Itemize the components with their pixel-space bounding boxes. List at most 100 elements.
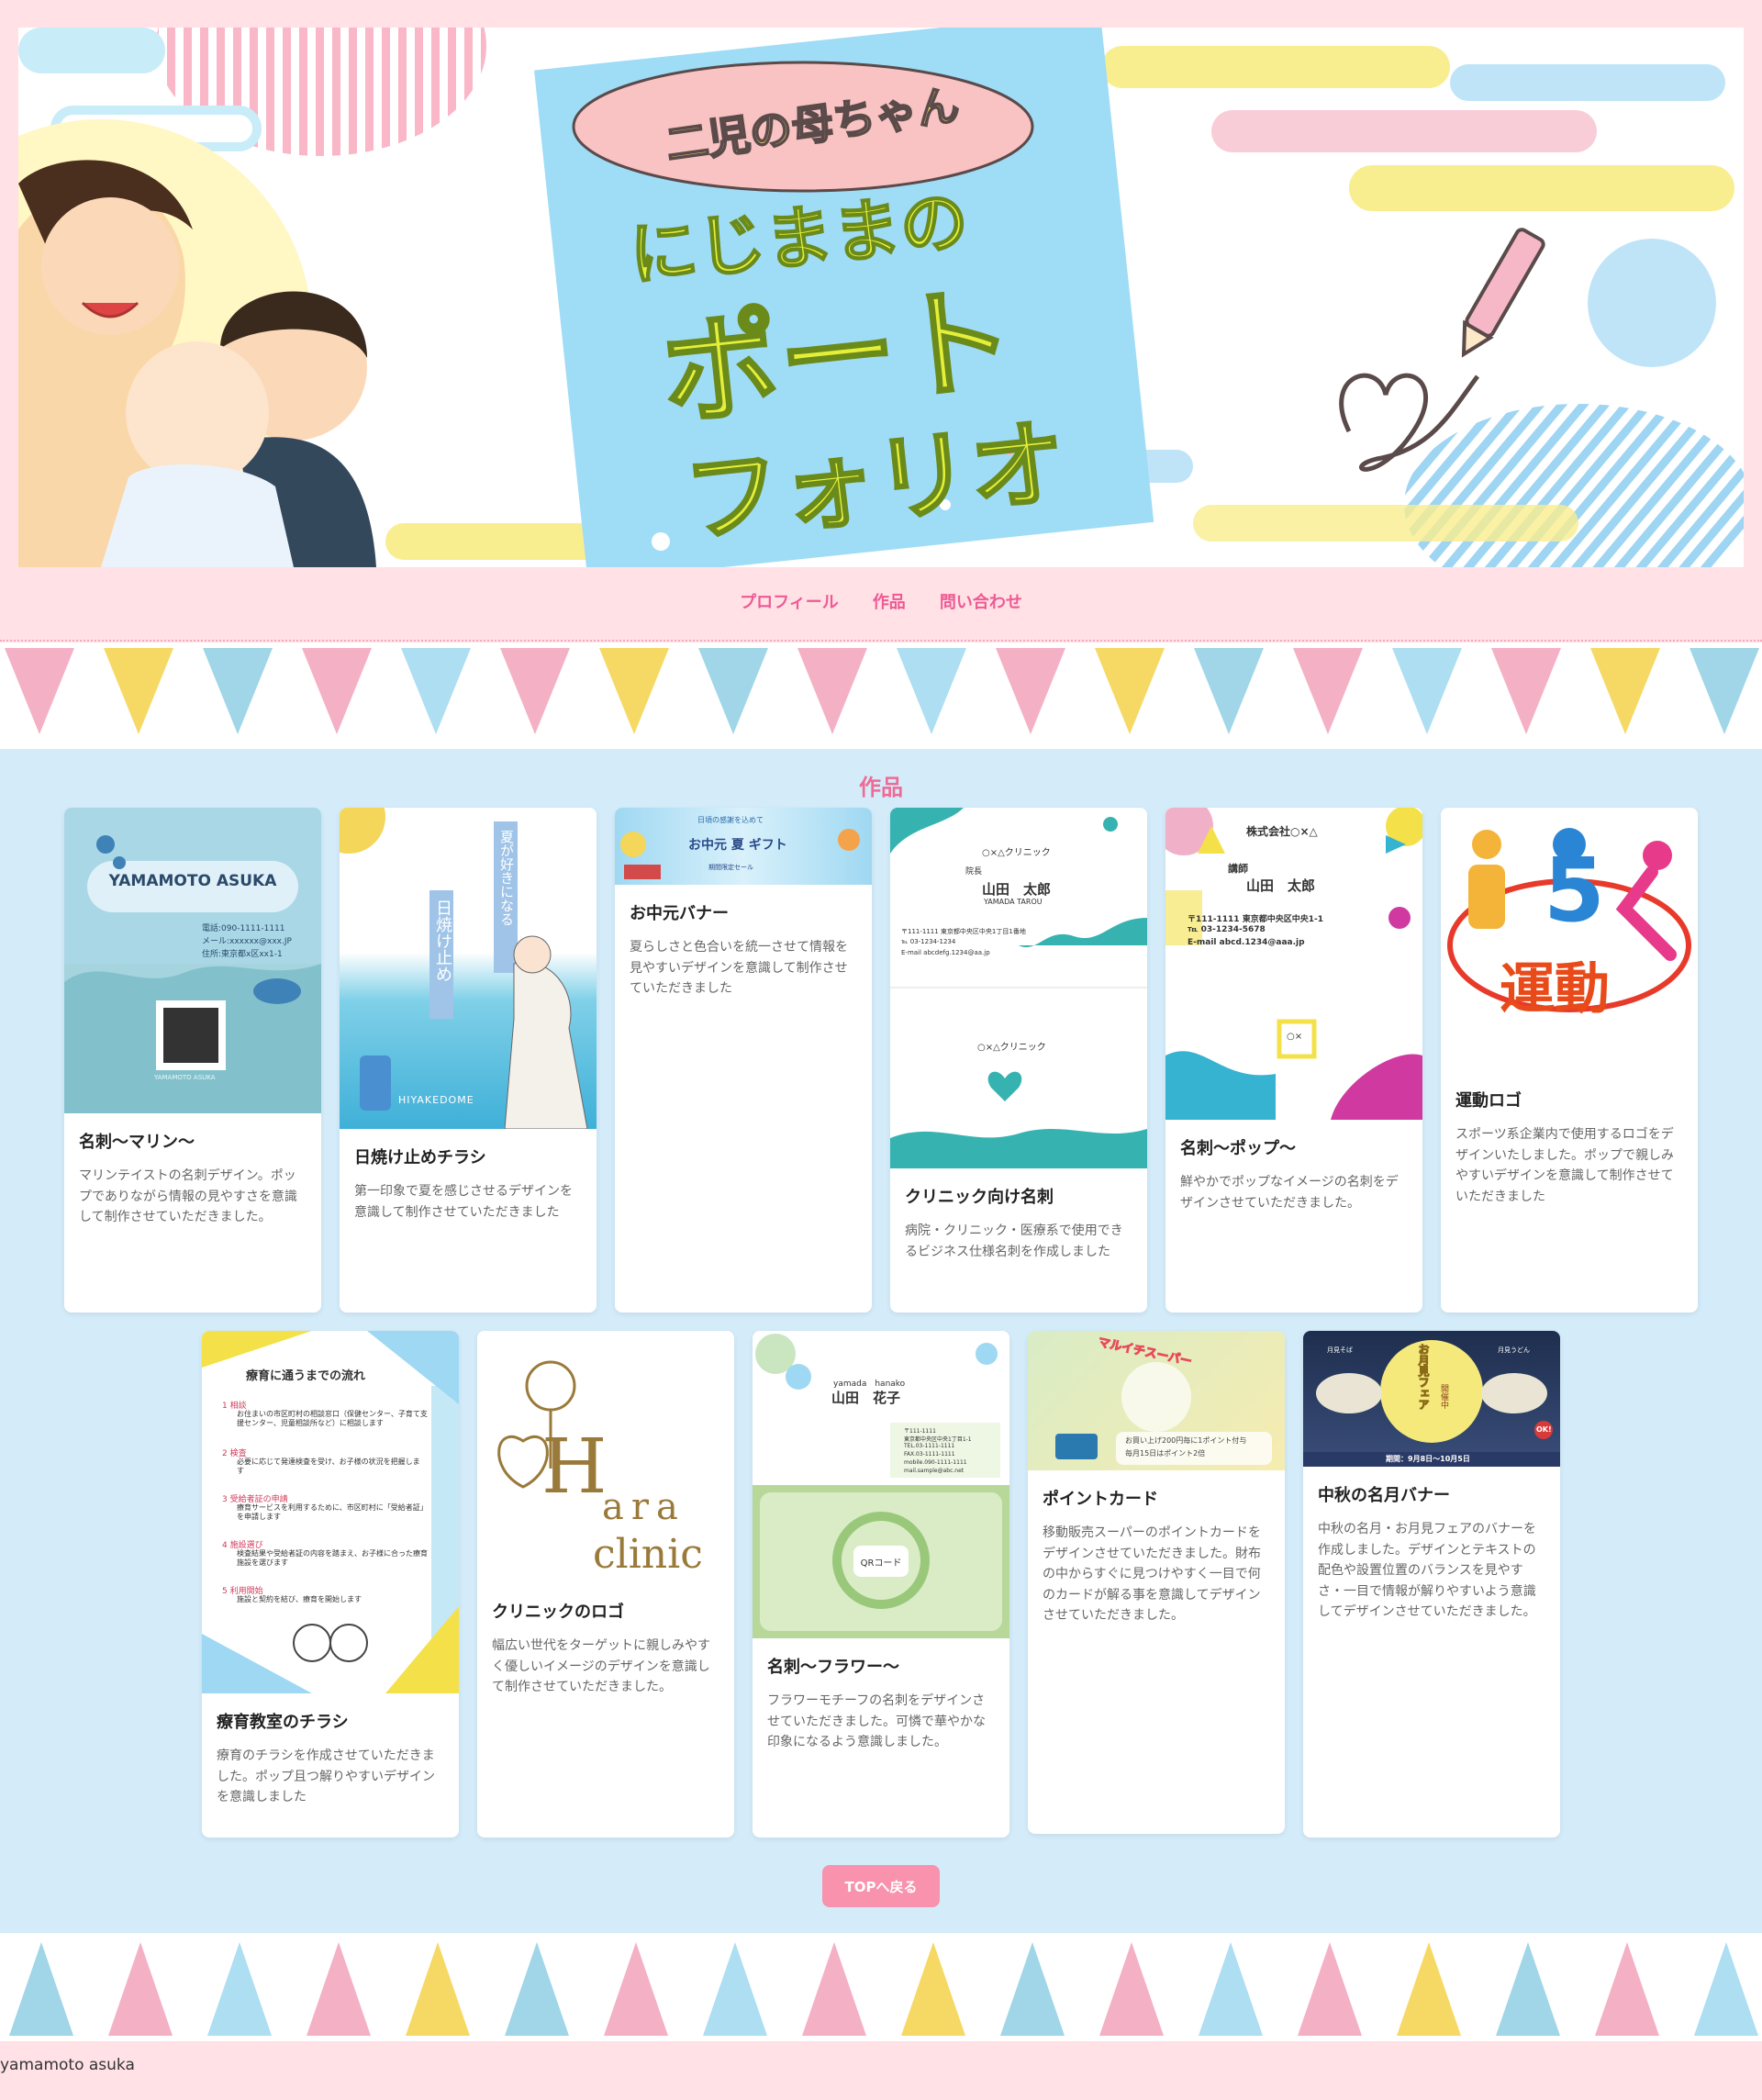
clinic-logo-sub: clinic (593, 1531, 703, 1578)
bunting-flag (1392, 648, 1462, 734)
work-thumb-point-card: マルイチスーパー お買い上げ200円毎に1ポイント付与 毎月15日はポイント2倍 (1028, 1331, 1285, 1470)
work-card-desc: 療育のチラシを作成させていただきました。ポップ且つ解りやすいデザインを意識しまし… (217, 1748, 435, 1805)
site-footer: yamamoto asuka (0, 2047, 1762, 2100)
point-card-rule2: 毎月15日はポイント2倍 (1125, 1449, 1206, 1458)
ochugen-thumb-sale: 期間限定セール (708, 864, 753, 871)
work-thumb-flower: yamada hanako 山田 花子 〒111-1111 東京都中央区中央1丁… (753, 1331, 1009, 1638)
work-card-clinic-card[interactable]: ○×△クリニック 院長 山田 太郎 YAMADA TAROU 〒111-1111… (890, 808, 1147, 1312)
moon-banner-left: 月見そば (1327, 1346, 1353, 1354)
moon-banner-now: 開催中 (1439, 1384, 1448, 1409)
work-thumb-ochugen: 日頃の感謝を込めて お中元 夏 ギフト 期間限定セール (615, 808, 872, 885)
bunting-triangle (207, 1942, 272, 2036)
bunting-flag (1491, 648, 1561, 734)
pop-card-address: 〒111-1111 東京都中央区中央1-1 (1188, 915, 1323, 924)
work-card-title: 運動ロゴ (1455, 1091, 1522, 1111)
work-thumb-moon-banner: 月見そば お月見フェア 開催中 月見うどん OK! 期間：9月8日〜10月5日 (1303, 1331, 1560, 1467)
moon-banner-period: 期間：9月8日〜10月5日 (1386, 1455, 1470, 1463)
work-thumb-sports-logo: 5 運動 (1441, 808, 1698, 1072)
work-card-title: 療育教室のチラシ (217, 1713, 349, 1732)
bunting-flag (1194, 648, 1264, 734)
work-thumb-clinic-card: ○×△クリニック 院長 山田 太郎 YAMADA TAROU 〒111-1111… (890, 808, 1147, 1168)
bunting-flag (500, 648, 570, 734)
clinic-card-name1: ○×△クリニック (982, 848, 1051, 858)
work-thumb-therapy-flyer: 療育に通うまでの流れ 1 相談 お住まいの市区町村の相談窓口（保健センター、子育… (202, 1331, 459, 1693)
flower-card-mobile: mobile.090-1111-1111 (904, 1459, 967, 1466)
work-card-pop[interactable]: 株式会社○×△ 講師 山田 太郎 〒111-1111 東京都中央区中央1-1 ℡… (1165, 808, 1422, 1312)
clinic-logo-initial: H (541, 1424, 608, 1511)
therapy-flyer-heading: 療育に通うまでの流れ (246, 1369, 366, 1383)
hero-banner: 二児の母ちゃん にじままの ポート フォリオ (18, 28, 1744, 567)
clinic-card-mail: E-mail abcdefg.1234@aa.jp (901, 949, 990, 956)
bunting-flag (599, 648, 669, 734)
bunting-triangle (406, 1942, 470, 2036)
bunting-triangle (1099, 1942, 1164, 2036)
bunting-flag (698, 648, 768, 734)
work-card-desc: フラワーモチーフの名刺をデザインさせていただきました。可憐で華やかな印象になるよ… (767, 1693, 986, 1750)
work-card-desc: マリンテイストの名刺デザイン。ポップでありながら情報の見やすさを意識して制作させ… (79, 1168, 297, 1225)
bunting-flag (1590, 648, 1660, 734)
work-thumb-clinic-logo: H ara clinic (477, 1331, 734, 1583)
bunting-triangle (1397, 1942, 1461, 2036)
clinic-card-address: 〒111-1111 東京都中央区中央1丁目1番地 (901, 928, 1026, 935)
bunting-triangle (1000, 1942, 1065, 2036)
work-card-title: 日焼け止めチラシ (354, 1148, 486, 1167)
marine-thumb-tel: 電話:090-1111-1111 (202, 924, 285, 933)
pop-card-mail: E-mail abcd.1234@aaa.jp (1188, 938, 1305, 947)
work-thumb-marine: YAMAMOTO ASUKA 電話:090-1111-1111 メール:xxxx… (64, 808, 321, 1113)
bunting-triangle (802, 1942, 866, 2036)
bunting-triangle (604, 1942, 668, 2036)
flower-card-name: 山田 花子 (831, 1390, 901, 1406)
work-card-clinic-logo[interactable]: H ara clinic クリニックのロゴ 幅広い世代をターゲットに親しみやすく… (477, 1331, 734, 1838)
work-card-desc: 夏らしさと色合いを統一させて情報を見やすいデザインを意識して制作させていただきま… (630, 940, 848, 997)
work-card-flower[interactable]: yamada hanako 山田 花子 〒111-1111 東京都中央区中央1丁… (753, 1331, 1009, 1838)
bunting-triangle (307, 1942, 371, 2036)
sunscreen-thumb-brand: HIYAKEDOME (398, 1094, 474, 1106)
flower-card-qr-label: QRコード (860, 1558, 902, 1569)
work-card-desc: 病院・クリニック・医療系で使用できるビジネス仕様名刺を作成しました (905, 1223, 1123, 1259)
moon-banner-title: お月見フェア (1417, 1344, 1431, 1411)
work-card-sunscreen[interactable]: 夏が好きになる 日焼け止め HIYAKEDOME 日焼け止めチラシ 第一印象で夏… (340, 808, 597, 1312)
bunting-triangle (108, 1942, 173, 2036)
sunscreen-thumb-title: 日焼け止め (433, 899, 452, 982)
footer-author: yamamoto asuka (0, 2056, 135, 2074)
bunting-triangle (1694, 1942, 1758, 2036)
bunting-flags (5, 648, 1759, 734)
nav-works[interactable]: 作品 (873, 589, 906, 613)
marine-thumb-footer: YAMAMOTO ASUKA (154, 1074, 216, 1081)
work-card-therapy-flyer[interactable]: 療育に通うまでの流れ 1 相談 お住まいの市区町村の相談窓口（保健センター、子育… (202, 1331, 459, 1838)
therapy-step2-text: 必要に応じて発達検査を受け、お子様の状況を把握します (237, 1458, 420, 1476)
bunting-flag (302, 648, 372, 734)
bunting-triangle (505, 1942, 569, 2036)
pop-card-person: 山田 太郎 (1246, 877, 1316, 894)
bunting-bottom (0, 1933, 1762, 2041)
bunting-flag (1293, 648, 1363, 734)
clinic-card-tel: ℡ 03-1234-1234 (901, 938, 956, 945)
work-card-point-card[interactable]: マルイチスーパー お買い上げ200円毎に1ポイント付与 毎月15日はポイント2倍… (1028, 1331, 1285, 1834)
work-thumb-sunscreen: 夏が好きになる 日焼け止め HIYAKEDOME (340, 808, 597, 1129)
bunting-triangles (9, 1942, 1758, 2036)
pop-card-tel: ℡ 03-1234-5678 (1188, 925, 1266, 934)
nav-contact[interactable]: 問い合わせ (940, 589, 1022, 613)
work-card-desc: 第一印象で夏を感じさせるデザインを意識して制作させていただきました (354, 1184, 573, 1220)
clinic-logo-name: ara (602, 1486, 686, 1528)
ochugen-thumb-title: お中元 夏 ギフト (688, 838, 787, 853)
work-card-title: 中秋の名月バナー (1318, 1486, 1450, 1505)
work-card-desc: 幅広い世代をターゲットに親しみやすく優しいイメージのデザインを意識して制作させて… (492, 1638, 710, 1695)
nav-divider (0, 640, 1762, 642)
work-card-title: クリニックのロゴ (492, 1603, 624, 1622)
nav-profile[interactable]: プロフィール (740, 589, 839, 613)
work-card-sports-logo[interactable]: 5 運動 運動ロゴ スポーツ系企業内で使用するロゴをデザインいたしました。ポップ… (1441, 808, 1698, 1312)
therapy-step1-text: お住まいの市区町村の相談窓口（保健センター、子育て支援センター、児童相談所など）… (237, 1410, 428, 1428)
bunting-triangle (1595, 1942, 1659, 2036)
flower-card-mail: mail.sample@abc.net (904, 1468, 965, 1474)
flower-card-zip: 〒111-1111 (904, 1428, 936, 1435)
bunting-flag (401, 648, 471, 734)
work-card-moon-banner[interactable]: 月見そば お月見フェア 開催中 月見うどん OK! 期間：9月8日〜10月5日 … (1303, 1331, 1560, 1838)
work-card-desc: スポーツ系企業内で使用するロゴをデザインいたしました。ポップで親しみやすいデザイ… (1455, 1127, 1674, 1204)
work-card-ochugen[interactable]: 日頃の感謝を込めて お中元 夏 ギフト 期間限定セール お中元バナー 夏らしさと… (615, 808, 872, 1312)
work-card-marine[interactable]: YAMAMOTO ASUKA 電話:090-1111-1111 メール:xxxx… (64, 808, 321, 1312)
sports-logo-number: 5 (1544, 839, 1605, 942)
flower-card-tel: TEL.03-1111-1111 (904, 1443, 955, 1449)
back-to-top-button[interactable]: TOPへ戻る (822, 1865, 940, 1907)
work-card-desc: 移動販売スーパーのポイントカードをデザインさせていただきました。財布の中からすぐ… (1043, 1525, 1261, 1623)
